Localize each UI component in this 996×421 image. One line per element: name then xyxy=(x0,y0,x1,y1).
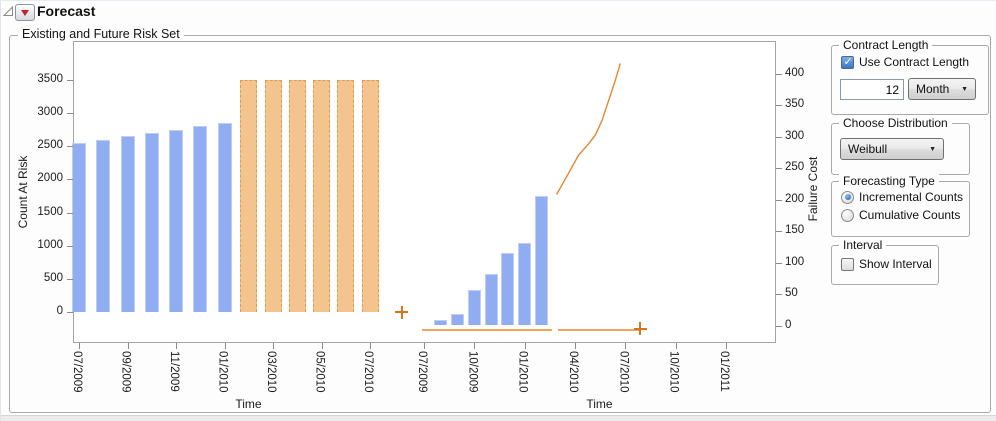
existing-risk-set-bar[interactable] xyxy=(217,123,232,312)
use-contract-length-label: Use Contract Length xyxy=(859,55,970,69)
observed-failure-counts-bar[interactable] xyxy=(484,273,498,326)
observed-failure-counts-bar[interactable] xyxy=(518,242,532,326)
future-risk-set-bar[interactable] xyxy=(361,80,379,312)
interval-group: Interval Show Interval xyxy=(831,238,939,285)
use-contract-length-checkbox[interactable]: Use Contract Length xyxy=(841,55,969,69)
forecasting-type-group-title: Forecasting Type xyxy=(839,174,939,188)
failure-cost-plot[interactable] xyxy=(422,41,776,343)
contract-length-group-title: Contract Length xyxy=(839,38,933,52)
count-at-risk-plot[interactable] xyxy=(72,41,424,343)
observed-failure-counts-bar[interactable] xyxy=(451,314,465,326)
forecast-period-handle-line xyxy=(422,328,552,331)
contract-length-unit-dropdown[interactable]: Month ▼ xyxy=(908,78,976,100)
radio-icon xyxy=(841,190,854,204)
checkbox-icon xyxy=(841,257,854,271)
observed-failure-counts-bar[interactable] xyxy=(434,320,448,326)
existing-risk-set-bar[interactable] xyxy=(169,129,183,312)
observed-failure-counts-bar[interactable] xyxy=(534,196,548,326)
existing-risk-set-bar[interactable] xyxy=(144,133,159,312)
radio-icon xyxy=(841,208,854,222)
failure-cost-axis-title: Failure Cost xyxy=(806,156,820,222)
time-axis-title-left: Time xyxy=(235,397,262,411)
show-interval-label: Show Interval xyxy=(859,257,932,271)
time-axis-title-right: Time xyxy=(586,397,613,411)
forecast-period-handle-line xyxy=(558,328,641,331)
contract-length-input[interactable] xyxy=(840,79,904,100)
red-triangle-menu-button[interactable] xyxy=(15,4,35,21)
count-at-risk-axis-title: Count At Risk xyxy=(16,155,30,229)
distribution-value: Weibull xyxy=(848,142,888,156)
contract-length-group: Contract Length Use Contract Length Mont… xyxy=(831,38,989,115)
cumulative-counts-radio[interactable]: Cumulative Counts xyxy=(841,208,960,222)
interval-group-title: Interval xyxy=(839,238,887,252)
contract-length-unit-value: Month xyxy=(916,82,950,96)
forecast-handle-plus-icon[interactable] xyxy=(633,322,647,336)
future-risk-set-bar[interactable] xyxy=(313,80,330,312)
future-risk-set-bar[interactable] xyxy=(288,80,306,312)
page-title: Forecast xyxy=(37,3,96,19)
incremental-counts-label: Incremental Counts xyxy=(859,190,964,204)
chevron-down-icon: ▼ xyxy=(961,85,968,93)
existing-risk-set-bar[interactable] xyxy=(96,139,111,312)
future-risk-set-bar[interactable] xyxy=(240,80,258,312)
existing-risk-set-bar[interactable] xyxy=(193,126,208,312)
observed-failure-counts-bar[interactable] xyxy=(467,289,481,326)
future-risk-set-bar[interactable] xyxy=(337,80,355,312)
existing-risk-set-bar[interactable] xyxy=(120,136,135,312)
choose-distribution-group-title: Choose Distribution xyxy=(839,116,952,130)
forecast-handle-plus-icon[interactable] xyxy=(395,305,409,319)
show-interval-checkbox[interactable]: Show Interval xyxy=(841,257,932,271)
red-triangle-icon xyxy=(21,9,29,16)
choose-distribution-group: Choose Distribution Weibull ▼ xyxy=(831,116,970,175)
existing-risk-set-bar[interactable] xyxy=(72,142,86,312)
forecast-header: Forecast xyxy=(1,1,996,27)
risk-set-groupbox-title: Existing and Future Risk Set xyxy=(18,27,184,41)
forecast-report-window: Forecast Existing and Future Risk Set 05… xyxy=(0,0,996,421)
window-bottom-edge xyxy=(1,415,996,421)
cumulative-counts-label: Cumulative Counts xyxy=(859,208,961,222)
forecasting-type-group: Forecasting Type Incremental Counts Cumu… xyxy=(831,174,970,237)
collapse-triangle-icon[interactable] xyxy=(3,6,14,17)
checkbox-icon xyxy=(841,55,854,69)
distribution-dropdown[interactable]: Weibull ▼ xyxy=(840,138,944,160)
future-risk-set-bar[interactable] xyxy=(264,80,282,312)
incremental-counts-radio[interactable]: Incremental Counts xyxy=(841,190,963,204)
chevron-down-icon: ▼ xyxy=(929,145,936,153)
observed-failure-counts-bar[interactable] xyxy=(501,253,515,326)
